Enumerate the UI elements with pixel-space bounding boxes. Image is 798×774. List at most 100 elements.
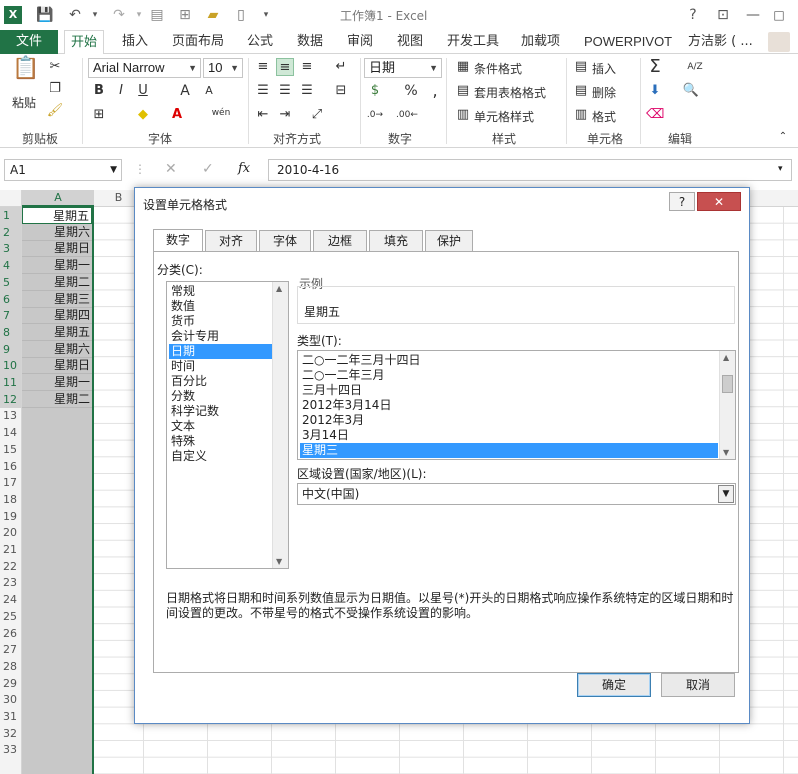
scroll-down-icon[interactable]: ▼ (723, 448, 729, 457)
increase-indent-icon[interactable]: ⇥ (276, 106, 294, 124)
save-icon[interactable]: 💾 (34, 5, 56, 25)
font-name-combo[interactable]: Arial Narrow ▼ (88, 58, 201, 78)
font-size-combo[interactable]: 10 ▼ (203, 58, 243, 78)
cell[interactable]: 星期三 (22, 291, 92, 308)
accounting-format-icon[interactable]: $ (366, 82, 384, 100)
tab-addins[interactable]: 加载项 (515, 30, 566, 54)
conditional-format-icon[interactable]: ▦ (454, 58, 472, 76)
row-header[interactable]: 12 (0, 390, 21, 408)
category-item[interactable]: 日期 (169, 344, 272, 359)
scroll-thumb[interactable] (722, 375, 733, 393)
enter-formula-button[interactable]: ✓ (202, 161, 214, 177)
row-header[interactable]: 6 (0, 290, 21, 308)
row-header[interactable]: 7 (0, 307, 21, 325)
row-header[interactable]: 24 (0, 591, 21, 608)
column-a-cells[interactable]: 星期五 星期六 星期日 星期一 星期二 星期三 星期四 星期五 星期六 星期日 星期一 星期二 (22, 207, 94, 774)
locale-select[interactable]: 中文(中国) ▼ (297, 483, 736, 505)
cell[interactable]: 星期二 (22, 391, 92, 408)
borders-icon[interactable]: ⊞ (90, 106, 108, 124)
insert-function-button[interactable]: fx (238, 161, 250, 176)
category-item[interactable]: 时间 (169, 359, 272, 374)
format-painter-icon[interactable]: 🖌 (46, 102, 64, 120)
tab-number[interactable]: 数字 (153, 229, 203, 252)
category-item[interactable]: 分数 (169, 389, 272, 404)
row-header[interactable]: 1 (0, 207, 21, 224)
conditional-format-button[interactable]: 条件格式 (474, 60, 522, 77)
category-item[interactable]: 自定义 (169, 449, 272, 464)
tab-font[interactable]: 字体 (259, 230, 311, 252)
decrease-decimal-icon[interactable]: .00← (396, 106, 418, 124)
copy-icon[interactable]: ❐ (46, 80, 64, 98)
select-all-button[interactable] (0, 190, 22, 207)
number-format-combo[interactable]: 日期 ▼ (364, 58, 442, 78)
column-header-a[interactable]: A (22, 190, 94, 207)
open-folder-icon[interactable]: ▰ (202, 5, 224, 25)
row-header[interactable]: 11 (0, 374, 21, 391)
format-cells-icon[interactable]: ▥ (572, 106, 590, 124)
format-table-icon[interactable]: ▤ (454, 82, 472, 100)
type-item[interactable]: 3月14日 (300, 428, 718, 443)
shrink-font-button[interactable]: A (200, 82, 218, 100)
row-header[interactable]: 21 (0, 541, 21, 558)
cell[interactable]: 星期六 (22, 224, 92, 241)
tab-file[interactable]: 文件 (0, 30, 58, 54)
tab-alignment[interactable]: 对齐 (205, 230, 257, 252)
grow-font-button[interactable]: A (176, 82, 194, 100)
underline-button[interactable]: U (134, 82, 152, 100)
restore-button[interactable]: □ (766, 4, 792, 26)
category-item[interactable]: 数值 (169, 299, 272, 314)
font-color-icon[interactable]: A (168, 106, 186, 124)
row-header[interactable]: 29 (0, 675, 21, 692)
category-item[interactable]: 会计专用 (169, 329, 272, 344)
align-right-icon[interactable]: ☰ (298, 82, 316, 100)
type-item[interactable]: 星期三 (300, 443, 718, 458)
type-item[interactable]: 二○一二年三月十四日 (300, 353, 718, 368)
category-item[interactable]: 科学记数 (169, 404, 272, 419)
name-box[interactable]: A1 ▼ (4, 159, 122, 181)
category-item[interactable]: 文本 (169, 419, 272, 434)
row-header[interactable]: 33 (0, 741, 21, 758)
row-header[interactable]: 14 (0, 424, 21, 441)
customize-qat-icon[interactable]: ▾ (255, 5, 277, 25)
tab-border[interactable]: 边框 (313, 230, 367, 252)
row-header[interactable]: 30 (0, 691, 21, 708)
type-item[interactable]: 2012年3月14日 (300, 398, 718, 413)
phonetic-guide-icon[interactable]: wén (208, 104, 234, 122)
wrap-text-icon[interactable]: ↵ (332, 58, 350, 76)
row-header[interactable]: 20 (0, 524, 21, 541)
row-header[interactable]: 3 (0, 240, 21, 258)
format-cells-button[interactable]: 格式 (592, 108, 616, 125)
redo-icon[interactable]: ↷ (108, 5, 130, 25)
scroll-up-icon[interactable]: ▲ (276, 284, 282, 293)
cell[interactable]: 星期二 (22, 274, 92, 291)
category-item[interactable]: 常规 (169, 284, 272, 299)
cell[interactable]: 星期六 (22, 341, 92, 358)
user-account[interactable]: 方洁影 ( ... (682, 30, 759, 54)
tab-powerpivot[interactable]: POWERPIVOT (578, 30, 678, 54)
row-header[interactable]: 17 (0, 474, 21, 491)
ribbon-display-icon[interactable]: ⊡ (710, 4, 736, 26)
help-button[interactable]: ? (680, 4, 706, 26)
row-header[interactable]: 32 (0, 725, 21, 742)
align-bottom-icon[interactable]: ≡ (298, 58, 316, 76)
collapse-ribbon-icon[interactable]: ⌃ (774, 128, 792, 146)
form-icon[interactable]: ⊞ (174, 5, 196, 25)
row-header[interactable]: 19 (0, 508, 21, 525)
fill-icon[interactable]: ⬇ (646, 82, 664, 100)
category-item[interactable]: 特殊 (169, 434, 272, 449)
expand-formula-icon[interactable]: ▾ (778, 164, 783, 174)
category-list[interactable]: ▲ ▼ 常规 数值 货币 会计专用 日期 时间 百分比 分数 科学记数 文本 特殊 自定义 (166, 281, 289, 569)
tab-home[interactable]: 开始 (64, 30, 105, 55)
tab-insert[interactable]: 插入 (116, 30, 154, 54)
orientation-icon[interactable]: ⤢ (308, 106, 326, 124)
scroll-down-icon[interactable]: ▼ (276, 557, 282, 566)
insert-cells-button[interactable]: 插入 (592, 60, 616, 77)
comma-button[interactable]: , (426, 82, 444, 100)
row-header[interactable]: 8 (0, 323, 21, 341)
row-header[interactable]: 27 (0, 641, 21, 658)
type-item[interactable]: 三月十四日 (300, 383, 718, 398)
cancel-formula-button[interactable]: ✕ (165, 161, 177, 177)
paste-label[interactable]: 粘贴 (12, 94, 36, 111)
row-header[interactable]: 22 (0, 558, 21, 575)
category-item[interactable]: 百分比 (169, 374, 272, 389)
